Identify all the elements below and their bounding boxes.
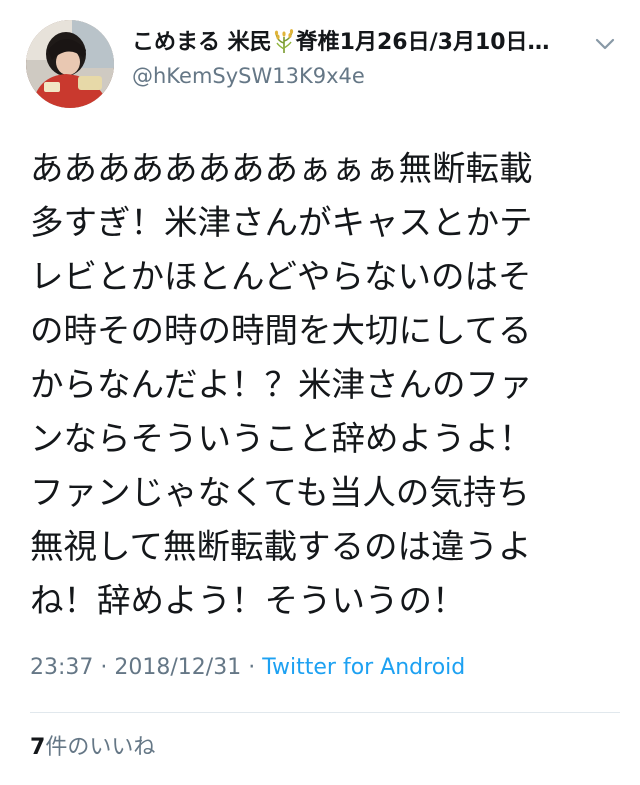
meta-separator: · xyxy=(100,655,108,680)
tweet-card: こめまる 米民 脊椎1月26日/3月10日… @hKemSySW13K9x4e … xyxy=(0,0,640,785)
tweet-source-link[interactable]: Twitter for Android xyxy=(262,655,465,680)
author-display-name[interactable]: こめまる 米民 脊椎1月26日/3月10日… xyxy=(132,28,572,58)
author-name-suffix: 脊椎1月26日/3月10日… xyxy=(295,30,550,55)
likes-label: 件のいいね xyxy=(45,735,156,760)
avatar[interactable] xyxy=(26,20,114,108)
author-name-prefix: こめまる 米民 xyxy=(132,30,272,55)
chevron-down-icon[interactable] xyxy=(594,36,616,52)
likes-count-link[interactable]: 7件のいいね xyxy=(30,730,155,766)
tweet-text: ああああああああぁぁぁ無断転載 多すぎ！米津さんがキャスとかテ レビとかほとんど… xyxy=(30,149,533,620)
author-handle[interactable]: @hKemSySW13K9x4e xyxy=(132,62,365,90)
meta-separator: · xyxy=(248,655,256,680)
avatar-image xyxy=(26,20,114,108)
tweet-time: 23:37 xyxy=(30,655,94,680)
likes-count: 7 xyxy=(30,735,46,760)
tweet-date: 2018/12/31 xyxy=(114,655,242,680)
divider xyxy=(30,712,620,713)
tweet-meta: 23:37 · 2018/12/31 · Twitter for Android xyxy=(30,650,465,686)
rice-plant-icon xyxy=(273,29,295,53)
